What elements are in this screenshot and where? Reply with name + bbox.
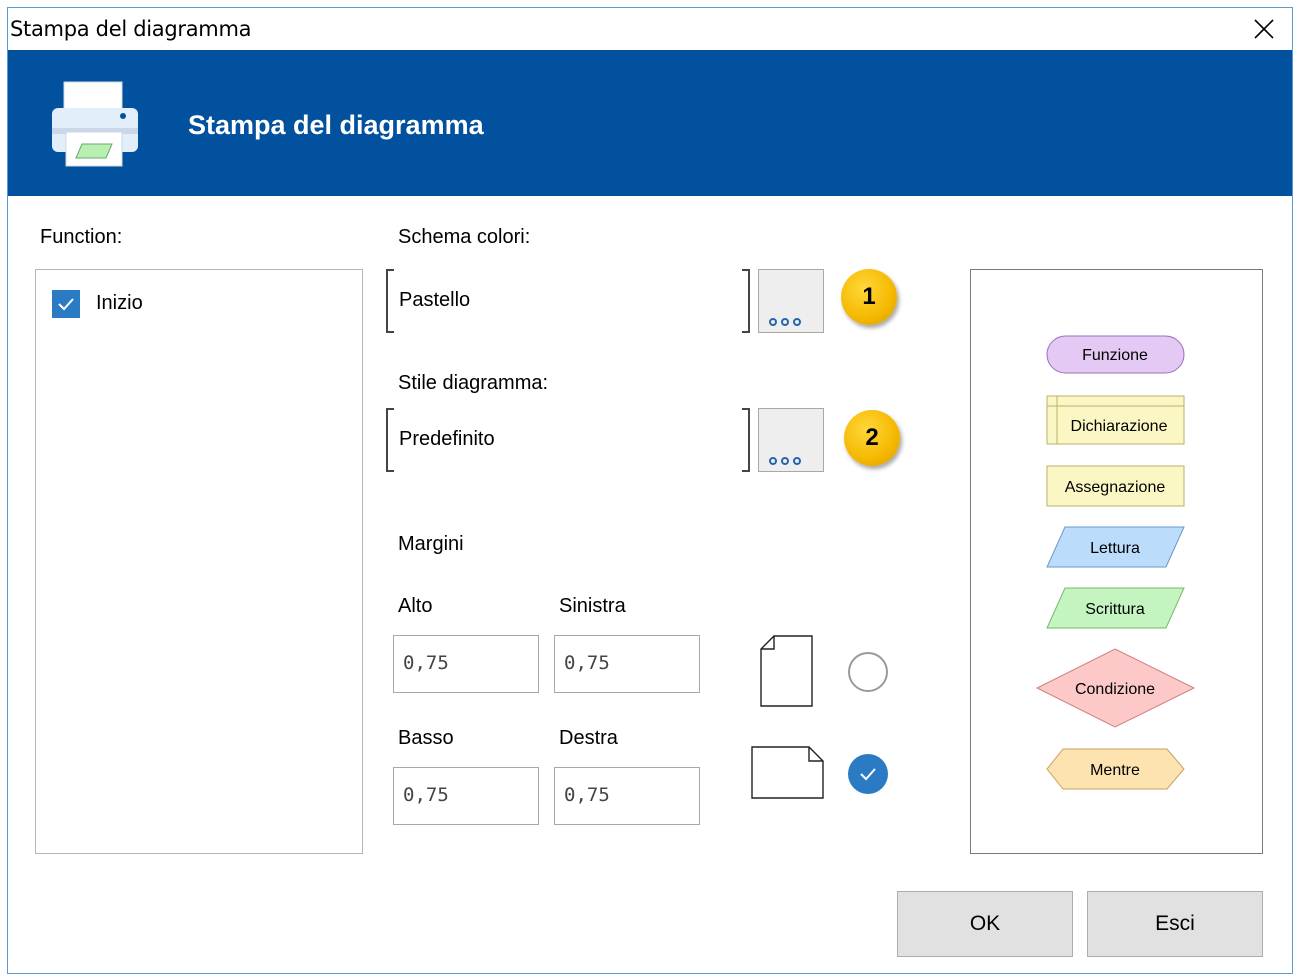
while-shape-label: Mentre: [1090, 762, 1140, 779]
condition-shape: Condizione: [1035, 648, 1196, 728]
function-item-label: Inizio: [96, 292, 143, 314]
margin-top-label: Alto: [398, 595, 433, 617]
portrait-page-icon: [760, 635, 813, 707]
checkmark-icon: [58, 298, 74, 311]
banner-title: Stampa del diagramma: [188, 110, 484, 140]
input-shape-label: Lettura: [1090, 540, 1140, 557]
ok-button[interactable]: OK: [897, 891, 1073, 957]
ellipsis-icon: [769, 457, 801, 465]
portrait-radio[interactable]: [848, 652, 888, 692]
output-shape: Scrittura: [1046, 587, 1185, 629]
declaration-shape: Dichiarazione: [1046, 395, 1185, 445]
color-scheme-browse-button[interactable]: [758, 269, 824, 333]
output-shape-label: Scrittura: [1085, 601, 1145, 618]
margin-left-label: Sinistra: [559, 595, 626, 617]
margin-left-input[interactable]: 0,75: [554, 635, 700, 693]
style-preview-panel: Funzione Dichiarazione Assegnazione Lett…: [970, 269, 1263, 854]
checkmark-icon: [860, 768, 876, 781]
function-label: Function:: [40, 226, 123, 248]
declaration-shape-label: Dichiarazione: [1071, 418, 1168, 435]
diagram-style-combo[interactable]: Predefinito: [386, 408, 750, 472]
color-scheme-combo[interactable]: Pastello: [386, 269, 750, 333]
margin-bottom-label: Basso: [398, 727, 454, 749]
landscape-radio[interactable]: [848, 754, 888, 794]
margin-bottom-input[interactable]: 0,75: [393, 767, 539, 825]
function-shape-label: Funzione: [1082, 347, 1148, 364]
print-dialog: Stampa del diagramma Stampa del diagramm…: [7, 7, 1293, 974]
while-shape: Mentre: [1046, 748, 1185, 790]
printer-icon: [52, 81, 138, 167]
close-button[interactable]: [1236, 8, 1292, 50]
function-shape: Funzione: [1046, 335, 1185, 374]
function-list: Inizio: [35, 269, 363, 854]
assignment-shape: Assegnazione: [1046, 465, 1185, 507]
diagram-style-browse-button[interactable]: [758, 408, 824, 472]
callout-badge-2: 2: [844, 410, 900, 466]
diagram-style-label: Stile diagramma:: [398, 372, 549, 394]
ellipsis-icon: [769, 318, 801, 326]
close-icon: [1254, 19, 1274, 39]
cancel-button[interactable]: Esci: [1087, 891, 1263, 957]
margins-label: Margini: [398, 533, 464, 555]
color-scheme-label: Schema colori:: [398, 226, 531, 248]
callout-badge-1: 1: [841, 269, 897, 325]
input-shape: Lettura: [1046, 526, 1185, 568]
function-checkbox-inizio[interactable]: [52, 290, 80, 318]
flowchart-preview: Funzione Dichiarazione Assegnazione Lett…: [1035, 335, 1196, 790]
condition-shape-label: Condizione: [1075, 681, 1155, 698]
color-scheme-value: Pastello: [399, 289, 471, 311]
margin-top-input[interactable]: 0,75: [393, 635, 539, 693]
header-banner: Stampa del diagramma: [8, 50, 1292, 196]
title-bar: Stampa del diagramma: [8, 8, 1292, 50]
assignment-shape-label: Assegnazione: [1065, 479, 1166, 496]
diagram-style-value: Predefinito: [399, 428, 495, 450]
landscape-page-icon: [751, 746, 824, 799]
window-title: Stampa del diagramma: [10, 17, 252, 41]
margin-right-input[interactable]: 0,75: [554, 767, 700, 825]
margin-right-label: Destra: [559, 727, 618, 749]
